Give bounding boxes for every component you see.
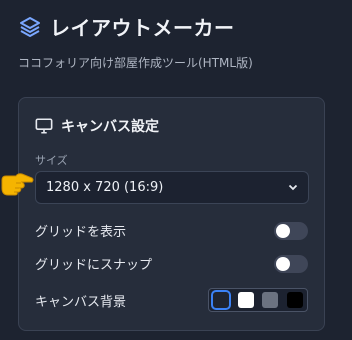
pointing-hand-icon <box>1 173 34 196</box>
layers-icon <box>20 16 40 37</box>
background-swatch[interactable] <box>237 292 254 308</box>
toggle-knob <box>276 223 290 238</box>
canvas-settings-panel: キャンバス設定 サイズ 1280 x 720 (16:9) グリッドを表示 グリ… <box>18 97 325 331</box>
show-grid-label: グリッドを表示 <box>35 225 127 240</box>
snap-grid-toggle[interactable] <box>274 254 308 273</box>
background-label: キャンバス背景 <box>35 294 127 310</box>
size-select-value: 1280 x 720 (16:9) <box>46 180 164 195</box>
chevron-down-icon <box>288 184 298 191</box>
show-grid-toggle[interactable] <box>274 221 308 240</box>
background-swatches <box>208 288 308 312</box>
snap-grid-label: グリッドにスナップ <box>35 258 153 273</box>
background-swatch[interactable] <box>262 292 279 308</box>
size-label: サイズ <box>35 154 68 167</box>
snap-grid-row: グリッドにスナップ <box>35 254 308 273</box>
background-swatch[interactable] <box>286 292 303 308</box>
background-row: キャンバス背景 <box>35 288 308 312</box>
toggle-knob <box>276 256 290 271</box>
app-header: レイアウトメーカー <box>18 12 235 41</box>
app-subtitle: ココフォリア向け部屋作成ツール(HTML版) <box>18 56 253 70</box>
panel-header: キャンバス設定 <box>35 116 159 136</box>
background-swatch[interactable] <box>211 290 231 310</box>
monitor-icon <box>35 118 53 134</box>
size-select[interactable]: 1280 x 720 (16:9) <box>35 171 309 204</box>
show-grid-row: グリッドを表示 <box>35 221 308 240</box>
app-title: レイアウトメーカー <box>50 16 235 40</box>
panel-title: キャンバス設定 <box>61 119 159 135</box>
